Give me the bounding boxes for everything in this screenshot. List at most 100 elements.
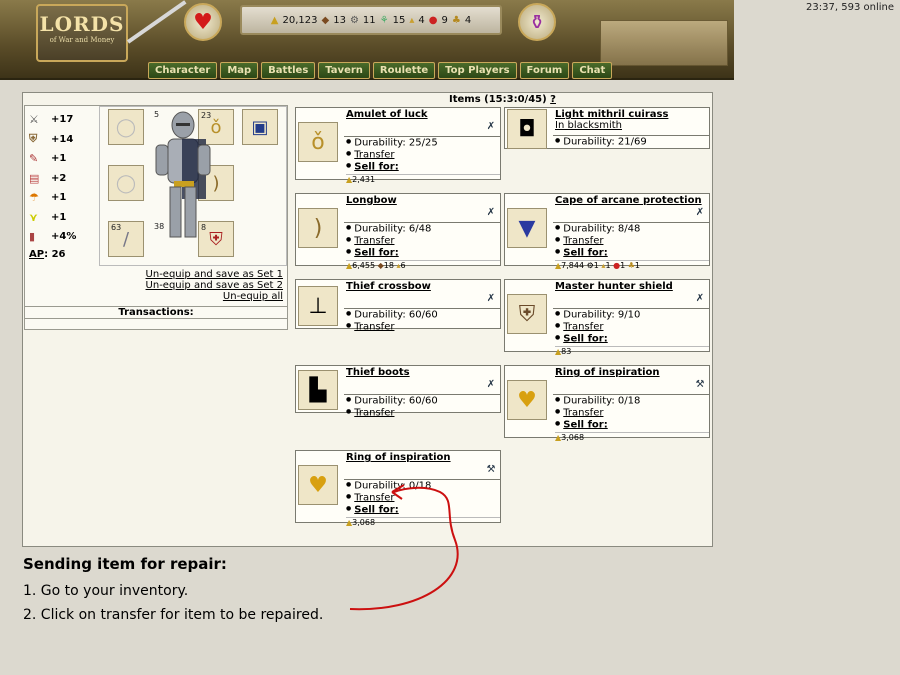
ring-slot-1[interactable]: ◯ <box>108 109 144 145</box>
weapon-slot[interactable]: 63/ <box>108 221 144 257</box>
sell-for-link[interactable]: Sell for: <box>563 247 607 258</box>
repair-status-icon[interactable]: ✗ <box>485 121 497 133</box>
unequip-save-set2-link[interactable]: Un-equip and save as Set 2 <box>146 280 283 291</box>
durability-line: Durability: 25/25 <box>346 137 500 149</box>
potion-icon[interactable]: ⚱ <box>518 3 556 41</box>
durability-line: Durability: 0/18 <box>346 480 500 492</box>
price-extra: 1 <box>605 260 611 270</box>
transfer-link[interactable]: Transfer <box>563 407 603 418</box>
item-name[interactable]: Light mithril cuirass <box>555 109 668 120</box>
defense-icon: ⛨ <box>29 132 38 146</box>
transfer-link[interactable]: Transfer <box>563 235 603 246</box>
item-info: Durability: 8/48 Transfer Sell for: ▲7,8… <box>553 222 709 270</box>
durability-value: 6/48 <box>408 223 432 235</box>
item-name[interactable]: Cape of arcane protection <box>555 195 702 206</box>
nav-map[interactable]: Map <box>220 62 259 79</box>
price-row: ▲2,431 <box>346 173 500 184</box>
item-info: Durability: 0/18 Transfer Sell for: ▲3,0… <box>553 394 709 442</box>
price-value: 3,068 <box>561 432 585 442</box>
hammer-icon[interactable]: ⚒ <box>694 379 706 391</box>
durability-label: Durability: <box>563 136 615 148</box>
amulet-icon[interactable]: ǒ <box>298 122 338 162</box>
nav-forum[interactable]: Forum <box>519 62 570 79</box>
instructions: Sending item for repair: 1. Go to your i… <box>23 555 323 627</box>
cape-icon[interactable]: ▼ <box>507 208 547 248</box>
sell-for-link[interactable]: Sell for: <box>354 247 398 258</box>
item-name[interactable]: Ring of inspiration <box>346 452 451 463</box>
longbow-icon[interactable]: ) <box>298 208 338 248</box>
game-logo[interactable]: LORDS of War and Money <box>36 4 128 62</box>
ap-label[interactable]: AP <box>29 249 44 260</box>
transfer-line: Transfer <box>346 149 500 161</box>
nav-character[interactable]: Character <box>148 62 218 79</box>
item-info: Durability: 60/60 Transfer <box>344 308 500 333</box>
item-card: ♥ Ring of inspiration ⚒ Durability: 0/18… <box>504 365 710 442</box>
item-card: ◘ Light mithril cuirass In blacksmith Du… <box>504 107 710 149</box>
transfer-link[interactable]: Transfer <box>354 149 394 160</box>
sell-for-link[interactable]: Sell for: <box>563 333 607 344</box>
sell-for-link[interactable]: Sell for: <box>354 504 398 515</box>
item-name[interactable]: Master hunter shield <box>555 281 673 292</box>
item-name[interactable]: Longbow <box>346 195 397 206</box>
resource-6-value: 9 <box>441 14 448 26</box>
ring-icon: ◯ <box>115 172 137 194</box>
price-value: 3,068 <box>352 517 376 527</box>
transfer-link[interactable]: Transfer <box>563 321 603 332</box>
hammer-icon[interactable]: ⚒ <box>485 464 497 476</box>
unequip-links: Un-equip and save as Set 1 Un-equip and … <box>146 269 283 302</box>
repair-status-icon[interactable]: ✗ <box>485 379 497 391</box>
transfer-link[interactable]: Transfer <box>354 407 394 418</box>
help-link[interactable]: ? <box>550 94 556 105</box>
crossbow-icon[interactable]: ⊥ <box>298 286 338 326</box>
ring-slot-2[interactable]: ◯ <box>108 165 144 201</box>
action-points: AP: 26 <box>29 248 66 260</box>
nav-tavern[interactable]: Tavern <box>318 62 370 79</box>
sell-line: Sell for: <box>555 333 709 345</box>
nav-roulette[interactable]: Roulette <box>372 62 436 79</box>
boots-icon[interactable]: ▙ <box>298 370 338 410</box>
item-name[interactable]: Ring of inspiration <box>555 367 660 378</box>
character-equipment-box: ⚔ +17 ⛨ +14 ✎ +1 ▤ +2 ☂ +1 ⋎ +1 ▮ +4% AP: 26 ◯ … <box>24 105 288 316</box>
ring-of-inspiration-icon[interactable]: ♥ <box>507 380 547 420</box>
stat-morale: ⋎ +1 <box>29 208 99 228</box>
transfer-line: Transfer <box>555 235 709 247</box>
shield-icon[interactable]: ⛨ <box>507 294 547 334</box>
ring-of-inspiration-icon[interactable]: ♥ <box>298 465 338 505</box>
item-location[interactable]: In blacksmith <box>555 120 622 131</box>
repair-status-icon[interactable]: ✗ <box>485 293 497 305</box>
unequip-save-set1-link[interactable]: Un-equip and save as Set 1 <box>146 269 283 280</box>
sell-for-link[interactable]: Sell for: <box>563 419 607 430</box>
transfer-line: Transfer <box>555 407 709 419</box>
durability-label: Durability: <box>354 223 406 235</box>
durability-line: Durability: 21/69 <box>555 136 709 148</box>
transfer-line: Transfer <box>346 492 500 504</box>
resource-5-icon: ▴ <box>409 14 415 26</box>
instruction-step-1: 1. Go to your inventory. <box>23 583 189 599</box>
resource-6-icon: ● <box>428 14 438 26</box>
resource-4-value: 15 <box>392 14 406 26</box>
repair-status-icon[interactable]: ✗ <box>694 207 706 219</box>
health-heart-icon[interactable]: ♥ <box>184 3 222 41</box>
item-name[interactable]: Thief crossbow <box>346 281 431 292</box>
stat-knowledge: ▤ +2 <box>29 169 99 189</box>
nav-battles[interactable]: Battles <box>261 62 316 79</box>
book-slot[interactable]: ▣ <box>242 109 278 145</box>
cuirass-icon[interactable]: ◘ <box>507 109 547 149</box>
nav-chat[interactable]: Chat <box>572 62 613 79</box>
item-name[interactable]: Amulet of luck <box>346 109 428 120</box>
durability-label: Durability: <box>354 395 406 407</box>
transfer-link[interactable]: Transfer <box>354 321 394 332</box>
item-name[interactable]: Thief boots <box>346 367 410 378</box>
repair-status-icon[interactable]: ✗ <box>485 207 497 219</box>
transfer-link[interactable]: Transfer <box>354 492 394 503</box>
durability-line: Durability: 60/60 <box>346 309 500 321</box>
repair-status-icon[interactable]: ✗ <box>694 293 706 305</box>
transfer-link[interactable]: Transfer <box>354 235 394 246</box>
price-row: ▲3,068 <box>346 516 500 527</box>
nav-top-players[interactable]: Top Players <box>438 62 517 79</box>
unequip-all-link[interactable]: Un-equip all <box>146 291 283 302</box>
sell-for-link[interactable]: Sell for: <box>354 161 398 172</box>
resource-6-icon: ● <box>613 260 621 270</box>
durability-line: Durability: 9/10 <box>555 309 709 321</box>
sword-durability: 63 <box>111 223 122 232</box>
